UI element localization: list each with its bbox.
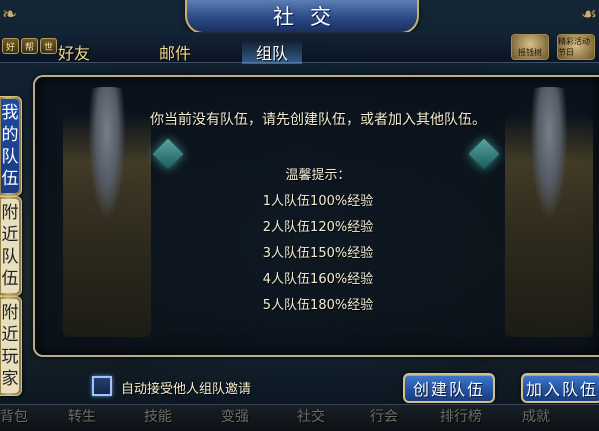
side-tab-char: 队 — [1, 147, 19, 167]
nav-strengthen[interactable]: 变强 — [221, 406, 249, 426]
guild-channel-icon[interactable]: 帮 — [21, 38, 38, 54]
side-tab-char: 近 — [1, 325, 19, 345]
auto-accept-checkbox[interactable] — [92, 376, 112, 396]
tab-team[interactable]: 组队 — [242, 40, 303, 64]
tip-line: 1人队伍100%经验 — [262, 194, 374, 209]
tab-mail[interactable]: 邮件 — [159, 40, 191, 64]
side-tab-char: 家 — [1, 369, 19, 389]
tab-friends[interactable]: 好友 — [58, 40, 90, 64]
team-info-panel: 你当前没有队伍，请先创建队伍，或者加入其他队伍。 温馨提示： 1人队伍100%经… — [33, 75, 599, 357]
nav-skills[interactable]: 技能 — [144, 406, 172, 426]
tip-line: 4人队伍160%经验 — [262, 272, 374, 287]
nav-rebirth[interactable]: 转生 — [68, 406, 96, 426]
side-tab-char: 伍 — [1, 269, 19, 289]
side-tab-my-team[interactable]: 我 的 队 伍 — [0, 96, 22, 196]
no-team-message: 你当前没有队伍，请先创建队伍，或者加入其他队伍。 — [150, 112, 486, 128]
side-tab-char: 我 — [1, 103, 19, 123]
corner-ornament-left-icon: ❧ — [2, 4, 18, 25]
window-title-banner: 社交 — [185, 0, 419, 34]
team-bonus-tips: 温馨提示： 1人队伍100%经验 2人队伍120%经验 3人队伍150%经验 4… — [35, 163, 599, 319]
side-tab-char: 的 — [1, 125, 19, 145]
world-channel-icon[interactable]: 世 — [40, 38, 57, 54]
side-tab-nearby-teams-inner: 附 近 队 伍 — [1, 199, 19, 293]
nav-ranking[interactable]: 排行榜 — [440, 406, 482, 426]
side-tab-char: 伍 — [1, 169, 19, 189]
side-tab-char: 近 — [1, 225, 19, 245]
side-tab-char: 附 — [1, 303, 19, 323]
side-tab-my-team-inner: 我 的 队 伍 — [1, 99, 19, 193]
friend-channel-icon[interactable]: 好 — [2, 38, 19, 54]
nav-social[interactable]: 社交 — [297, 406, 325, 426]
side-tab-char: 玩 — [1, 347, 19, 367]
events-icon[interactable]: 精彩活动节日 — [557, 34, 595, 60]
corner-ornament-right-icon: ☙ — [580, 4, 597, 25]
nav-bag[interactable]: 背包 — [0, 406, 28, 426]
tip-line: 5人队伍180%经验 — [262, 298, 374, 313]
tip-line: 2人队伍120%经验 — [262, 220, 374, 235]
side-tab-nearby-teams[interactable]: 附 近 队 伍 — [0, 196, 22, 296]
side-tab-char: 队 — [1, 247, 19, 267]
money-tree-icon[interactable]: 摇钱树 — [511, 34, 549, 60]
side-tab-char: 附 — [1, 203, 19, 223]
nav-guild[interactable]: 行会 — [370, 406, 398, 426]
top-right-icons: 摇钱树 精彩活动节日 — [511, 34, 595, 60]
create-team-button[interactable]: 创建队伍 — [403, 373, 495, 403]
side-tab-nearby-players[interactable]: 附 近 玩 家 — [0, 296, 22, 396]
nav-achievements[interactable]: 成就 — [522, 406, 550, 426]
top-left-icons: 好 帮 世 — [2, 38, 57, 54]
join-team-button[interactable]: 加入队伍 — [521, 373, 599, 403]
tip-line: 3人队伍150%经验 — [262, 246, 374, 261]
side-tab-nearby-players-inner: 附 近 玩 家 — [1, 299, 19, 393]
tips-title: 温馨提示： — [285, 168, 351, 183]
auto-accept-label: 自动接受他人组队邀请 — [121, 382, 252, 397]
window-title: 社交 — [273, 5, 347, 29]
